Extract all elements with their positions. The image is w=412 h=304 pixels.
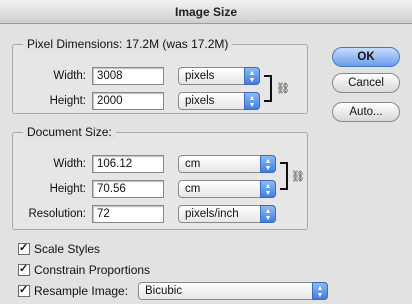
doc-height-input[interactable]: 70.56 xyxy=(92,180,164,198)
updown-arrow-icon: ▲ ▼ xyxy=(244,92,260,110)
updown-arrow-icon: ▲ ▼ xyxy=(312,282,328,300)
constrain-proportions-label: Constrain Proportions xyxy=(34,263,151,277)
scale-styles-option[interactable]: ✓ Scale Styles xyxy=(18,241,100,257)
resolution-unit-value: pixels/inch xyxy=(185,208,239,220)
pixel-dimensions-title: Pixel Dimensions: xyxy=(27,37,123,51)
pixel-dimensions-summary: 17.2M (was 17.2M) xyxy=(125,37,229,51)
resample-method-select[interactable]: Bicubic ▲ ▼ xyxy=(138,282,328,300)
pixel-height-label: Height: xyxy=(49,95,86,107)
updown-arrow-icon: ▲ ▼ xyxy=(260,155,276,173)
updown-arrow-icon: ▲ ▼ xyxy=(244,67,260,85)
checkmark-icon: ✓ xyxy=(19,284,29,296)
pixel-width-unit-value: pixels xyxy=(185,70,215,82)
doc-link-bracket xyxy=(280,162,288,190)
image-size-dialog: Image Size Pixel Dimensions: 17.2M (was … xyxy=(0,0,412,304)
doc-width-label: Width: xyxy=(53,158,86,170)
pixel-height-unit-select[interactable]: pixels ▲ ▼ xyxy=(178,92,260,110)
doc-height-unit-value: cm xyxy=(185,183,201,195)
doc-width-unit-select[interactable]: cm ▲ ▼ xyxy=(178,155,276,173)
constrain-proportions-option[interactable]: ✓ Constrain Proportions xyxy=(18,262,150,278)
resample-checkbox[interactable]: ✓ xyxy=(18,285,30,297)
scale-styles-checkbox[interactable]: ✓ xyxy=(18,243,30,255)
chain-link-icon: ⛓ xyxy=(276,83,290,95)
checkmark-icon: ✓ xyxy=(19,242,29,254)
resolution-unit-select[interactable]: pixels/inch ▲ ▼ xyxy=(178,205,276,223)
pixel-width-unit-select[interactable]: pixels ▲ ▼ xyxy=(178,67,260,85)
doc-height-unit-select[interactable]: cm ▲ ▼ xyxy=(178,180,276,198)
resample-option[interactable]: ✓ Resample Image: xyxy=(18,283,128,299)
updown-arrow-icon: ▲ ▼ xyxy=(260,180,276,198)
dialog-title: Image Size xyxy=(0,0,412,24)
resample-label: Resample Image: xyxy=(34,284,129,298)
document-size-heading: Document Size: xyxy=(23,125,116,139)
constrain-proportions-checkbox[interactable]: ✓ xyxy=(18,264,30,276)
pixel-height-unit-value: pixels xyxy=(185,95,215,107)
doc-width-input[interactable]: 106.12 xyxy=(92,155,164,173)
resolution-input[interactable]: 72 xyxy=(92,205,164,223)
pixel-width-label: Width: xyxy=(53,70,86,82)
resolution-label: Resolution: xyxy=(28,208,86,220)
pixel-width-input[interactable]: 3008 xyxy=(92,67,164,85)
pixel-height-input[interactable]: 2000 xyxy=(92,92,164,110)
cancel-button[interactable]: Cancel xyxy=(332,73,400,93)
ok-button[interactable]: OK xyxy=(332,47,400,67)
checkmark-icon: ✓ xyxy=(19,263,29,275)
resample-method-value: Bicubic xyxy=(145,285,183,297)
pixel-link-bracket xyxy=(264,75,272,102)
chain-link-icon: ⛓ xyxy=(291,171,305,183)
pixel-dimensions-heading: Pixel Dimensions: 17.2M (was 17.2M) xyxy=(23,37,233,51)
doc-width-unit-value: cm xyxy=(185,158,201,170)
auto-button[interactable]: Auto... xyxy=(332,102,400,122)
updown-arrow-icon: ▲ ▼ xyxy=(260,205,276,223)
doc-height-label: Height: xyxy=(49,183,86,195)
scale-styles-label: Scale Styles xyxy=(34,242,101,256)
